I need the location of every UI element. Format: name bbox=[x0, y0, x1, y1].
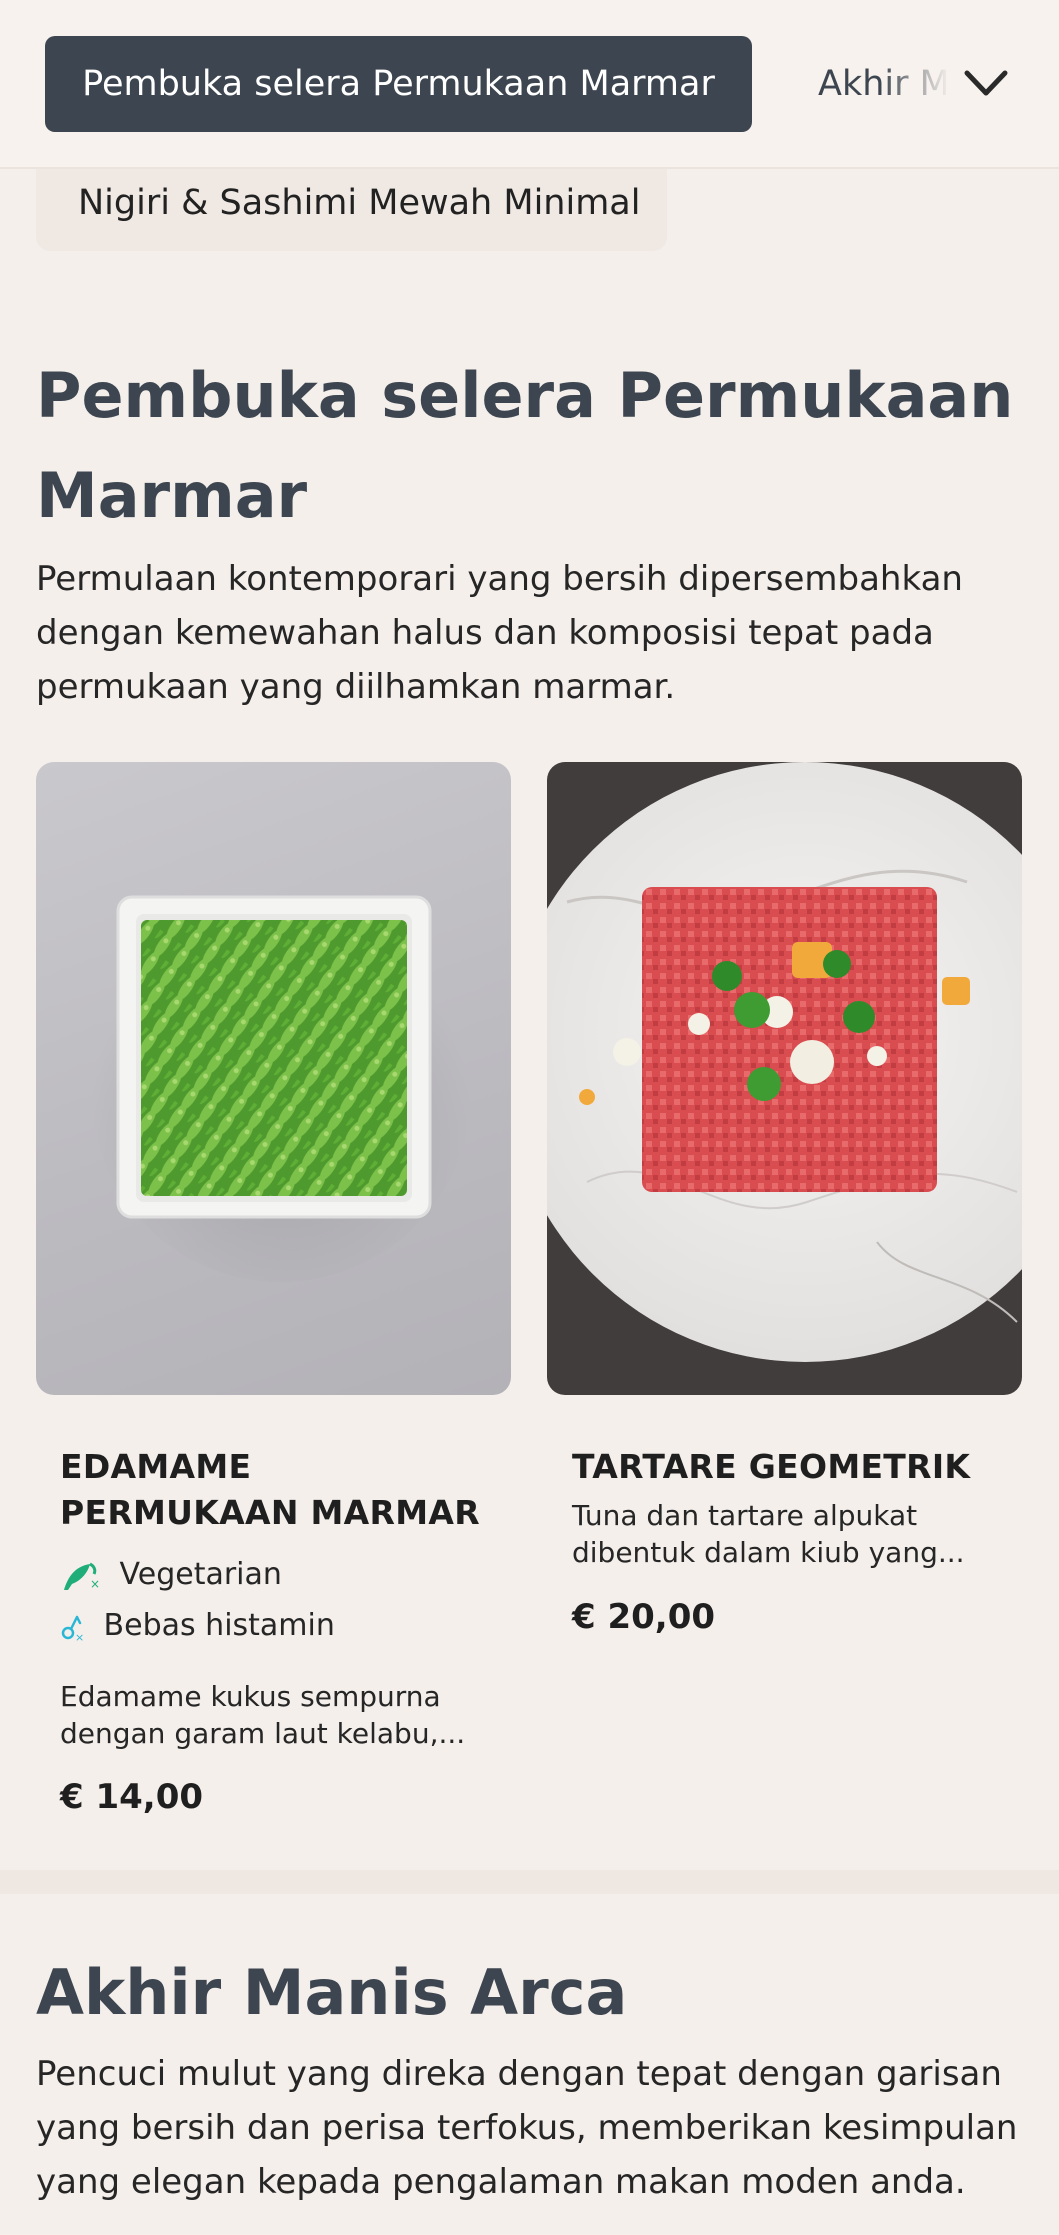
section-title: Akhir Manis Arca bbox=[36, 1956, 628, 2029]
section-description: Pencuci mulut yang direka dengan tepat d… bbox=[36, 2054, 1018, 2202]
section-title: Pembuka selera Permukaan Marmar bbox=[36, 359, 1014, 532]
category-option[interactable]: Nigiri & Sashimi Mewah Minimal bbox=[36, 169, 667, 251]
dietary-tag: × Vegetarian bbox=[60, 1554, 282, 1596]
dietary-tag-label: Bebas histamin bbox=[103, 1608, 335, 1643]
section-description: Permulaan kontemporari yang bersih diper… bbox=[36, 559, 963, 707]
menu-item-description: Edamame kukus sempurna dengan garam laut… bbox=[60, 1680, 466, 1750]
chevron-down-icon[interactable] bbox=[963, 63, 1009, 103]
svg-text:×: × bbox=[90, 1577, 100, 1591]
tartare-photo bbox=[547, 762, 1022, 1362]
category-tab-active[interactable]: Pembuka selera Permukaan Marmar bbox=[45, 36, 752, 132]
histamine-free-icon: × bbox=[61, 1615, 84, 1643]
tab-fade bbox=[880, 40, 950, 128]
section-divider bbox=[0, 1870, 1059, 1894]
svg-text:×: × bbox=[75, 1631, 84, 1643]
category-nav: Pembuka selera Permukaan Marmar Akhir Ma… bbox=[0, 0, 1059, 169]
menu-item-description: Tuna dan tartare alpukat dibentuk dalam … bbox=[572, 1499, 965, 1569]
edamame-photo bbox=[91, 895, 471, 1282]
vegetarian-icon: × bbox=[64, 1562, 100, 1591]
menu-item-price: € 14,00 bbox=[60, 1777, 204, 1817]
dietary-tag: × Bebas histamin bbox=[60, 1605, 335, 1647]
menu-item-image[interactable] bbox=[547, 762, 1022, 1395]
menu-item-name[interactable]: EDAMAME PERMUKAAN MARMAR bbox=[60, 1444, 490, 1536]
dietary-tag-label: Vegetarian bbox=[119, 1557, 282, 1592]
menu-item-image[interactable] bbox=[36, 762, 511, 1395]
menu-item-price: € 20,00 bbox=[572, 1597, 716, 1637]
menu-item-name[interactable]: TARTARE GEOMETRIK bbox=[572, 1444, 1012, 1490]
